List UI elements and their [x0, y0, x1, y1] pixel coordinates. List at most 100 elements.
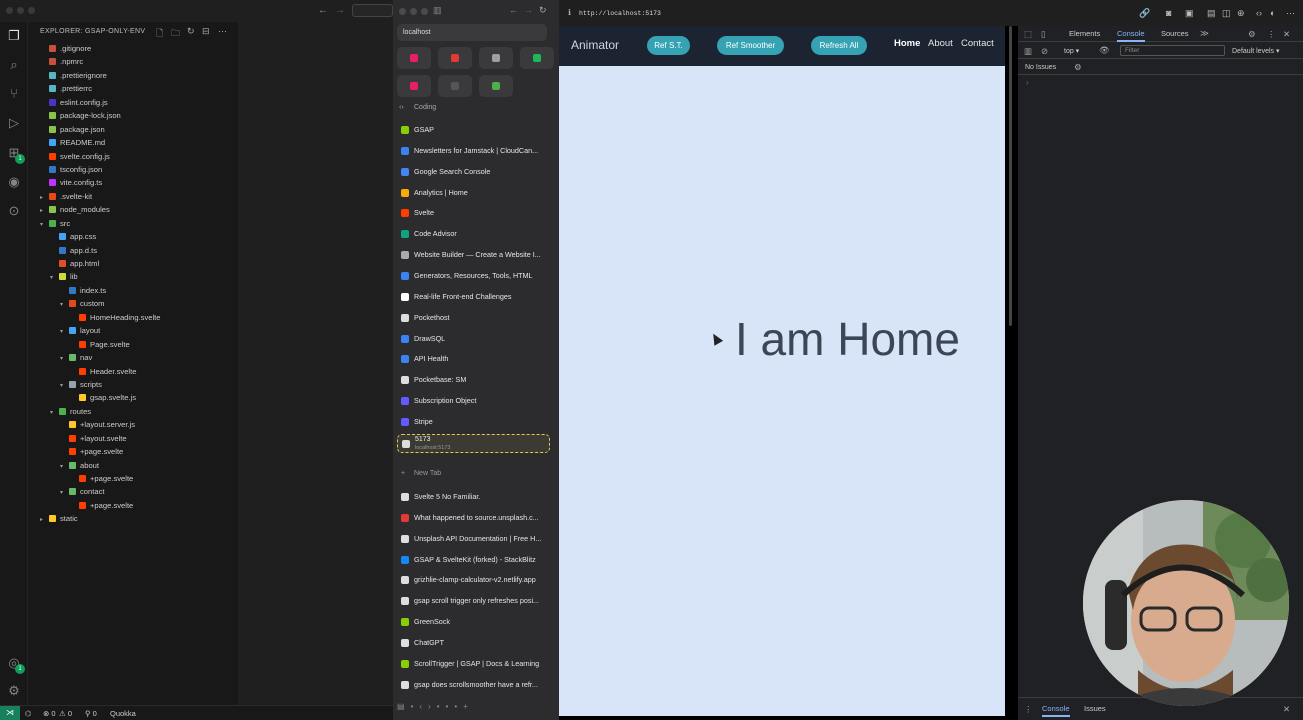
tree-file[interactable]: +layout.server.js [28, 418, 238, 431]
site-info-icon[interactable]: ℹ [568, 8, 571, 17]
sidebar-tab[interactable]: Analytics | Home [397, 184, 547, 202]
pinned-favorite-tab[interactable] [479, 75, 513, 97]
tree-folder[interactable]: ▾ layout [28, 324, 238, 337]
back-icon[interactable]: ← [509, 5, 518, 15]
pinned-favorite-tab[interactable] [438, 47, 472, 69]
devtools-icon[interactable]: ‹› [1256, 8, 1262, 18]
tree-file[interactable]: package-lock.json [28, 109, 238, 122]
console-settings-icon[interactable]: ⚙ [1074, 62, 1082, 73]
refresh-icon[interactable]: ↻ [187, 26, 195, 37]
tree-file[interactable]: +page.svelte [28, 499, 238, 512]
browser-minimize-button[interactable] [410, 8, 417, 15]
sidebar-tab[interactable]: Svelte [397, 204, 547, 222]
tree-file[interactable]: .gitignore [28, 42, 238, 55]
sidebar-tab[interactable]: Subscription Object [397, 392, 547, 410]
sidebar-tab[interactable]: GreenSock [397, 613, 547, 631]
zoom-window-button[interactable] [28, 7, 35, 14]
pinned-favorite-tab[interactable] [520, 47, 554, 69]
close-window-button[interactable] [6, 7, 13, 14]
ref-scrolltrigger-button[interactable]: Ref S.T. [647, 36, 690, 55]
new-folder-icon[interactable]: 🗀 [171, 26, 180, 42]
tree-folder[interactable]: ▾ about [28, 459, 238, 472]
remote-explorer-icon[interactable]: ⊙ [5, 202, 23, 220]
nav-contact-link[interactable]: Contact [961, 38, 994, 49]
files-icon[interactable]: ❐ [5, 27, 23, 45]
errors-count[interactable]: ⊗ 0 [43, 709, 56, 718]
space-section-coding[interactable]: ‹› Coding [397, 104, 436, 111]
panel-icon[interactable]: ▤ [1207, 8, 1216, 19]
warnings-count[interactable]: ⚠ 0 [59, 709, 72, 718]
pinned-favorite-tab[interactable] [479, 47, 513, 69]
live-expression-eye-icon[interactable]: 👁 [1099, 45, 1110, 56]
drawer-tab-console[interactable]: Console [1042, 704, 1070, 717]
tree-file[interactable]: tsconfig.json [28, 163, 238, 176]
github-icon[interactable]: ◉ [5, 173, 23, 191]
run-debug-icon[interactable]: ▷ [5, 114, 23, 132]
tree-file[interactable]: .npmrc [28, 55, 238, 68]
code-icon[interactable]: ‹› [419, 702, 436, 711]
sidebar-tab[interactable]: Generators, Resources, Tools, HTML [397, 267, 547, 285]
search-icon[interactable]: ⌕ [5, 56, 23, 74]
log-levels-select[interactable]: Default levels ▾ [1232, 47, 1280, 55]
nav-home-link[interactable]: Home [894, 38, 920, 49]
tree-folder[interactable]: ▾ custom [28, 297, 238, 310]
tree-folder[interactable]: ▸ .svelte-kit [28, 190, 238, 203]
kebab-menu-icon[interactable]: ⋮ [1267, 29, 1276, 40]
ports-count[interactable]: ⚲ 0 [85, 709, 97, 718]
sidebar-tab[interactable]: Code Advisor [397, 225, 547, 243]
sidebar-tab[interactable]: Pockethost [397, 309, 547, 327]
tab-elements[interactable]: Elements [1069, 29, 1100, 38]
new-file-icon[interactable]: 🗋 [156, 26, 163, 42]
page-scrollbar[interactable] [1009, 26, 1012, 326]
console-prompt-icon[interactable]: › [1026, 78, 1029, 87]
drawer-tab-issues[interactable]: Issues [1084, 704, 1106, 713]
collapse-all-icon[interactable]: ⊟ [202, 26, 210, 37]
tree-file[interactable]: app.d.ts [28, 244, 238, 257]
sidebar-url-field[interactable]: localhost [397, 24, 547, 41]
tree-folder[interactable]: ▾ lib [28, 270, 238, 283]
tree-file[interactable]: README.md [28, 136, 238, 149]
close-icon[interactable]: ✕ [1283, 29, 1290, 40]
clear-console-icon[interactable]: ⊘ [1041, 46, 1048, 57]
tree-folder[interactable]: ▾ scripts [28, 378, 238, 391]
tree-file[interactable]: .prettierignore [28, 69, 238, 82]
pinned-favorite-tab[interactable] [397, 47, 431, 69]
sidebar-tab[interactable]: DrawSQL [397, 330, 547, 348]
more-actions-icon[interactable]: ⋯ [218, 26, 227, 37]
forward-icon[interactable]: → [524, 5, 533, 15]
easel-icon[interactable]: • [437, 702, 446, 711]
more-tabs-icon[interactable]: ≫ [1200, 28, 1209, 39]
tree-file[interactable]: HomeHeading.svelte [28, 311, 238, 324]
sidebar-tab[interactable]: gsap scroll trigger only refreshes posi.… [397, 592, 547, 610]
sidebar-tab[interactable]: API Health [397, 350, 547, 368]
tree-file[interactable]: package.json [28, 123, 238, 136]
pip-icon[interactable]: ◫ [1222, 8, 1231, 19]
device-toolbar-icon[interactable]: ▯ [1041, 29, 1046, 40]
extensions-icon[interactable]: ⊞ 1 [5, 144, 25, 164]
sidebar-toggle-icon[interactable]: ▥ [433, 5, 442, 16]
context-select[interactable]: top ▾ [1064, 47, 1079, 55]
inspect-element-icon[interactable]: ⬚ [1024, 29, 1032, 40]
tree-folder[interactable]: ▾ nav [28, 351, 238, 364]
sidebar-tab[interactable]: ChatGPT [397, 634, 547, 652]
ref-smoother-button[interactable]: Ref Smoother [717, 36, 784, 55]
console-filter-input[interactable]: Filter [1120, 45, 1225, 56]
tree-file[interactable]: .prettierrc [28, 82, 238, 95]
more-icon[interactable]: ⋯ [1286, 8, 1295, 19]
new-tab-button[interactable]: + New Tab [397, 470, 441, 477]
drawer-menu-icon[interactable]: ⋮ [1024, 704, 1033, 715]
responsive-icon[interactable]: ⊕ [1237, 8, 1245, 19]
sidebar-tab[interactable]: What happened to source.unsplash.c... [397, 509, 547, 527]
tree-file[interactable]: vite.config.ts [28, 176, 238, 189]
drawer-close-icon[interactable]: ✕ [1283, 704, 1290, 715]
tree-file[interactable]: Page.svelte [28, 338, 238, 351]
pinned-favorite-tab[interactable] [397, 75, 431, 97]
tree-file[interactable]: +page.svelte [28, 445, 238, 458]
quokka-status[interactable]: Quokka [110, 709, 136, 718]
tree-file[interactable]: index.ts [28, 284, 238, 297]
show-sidebar-icon[interactable]: ▥ [1024, 46, 1032, 57]
sidebar-tab[interactable]: grizhlie-clamp-calculator-v2.netlify.app [397, 571, 547, 589]
sidebar-tab[interactable]: GSAP [397, 121, 547, 139]
remote-indicator-icon[interactable]: ⋊ [0, 706, 20, 720]
sidebar-tab[interactable]: Website Builder — Create a Website I... [397, 246, 547, 264]
